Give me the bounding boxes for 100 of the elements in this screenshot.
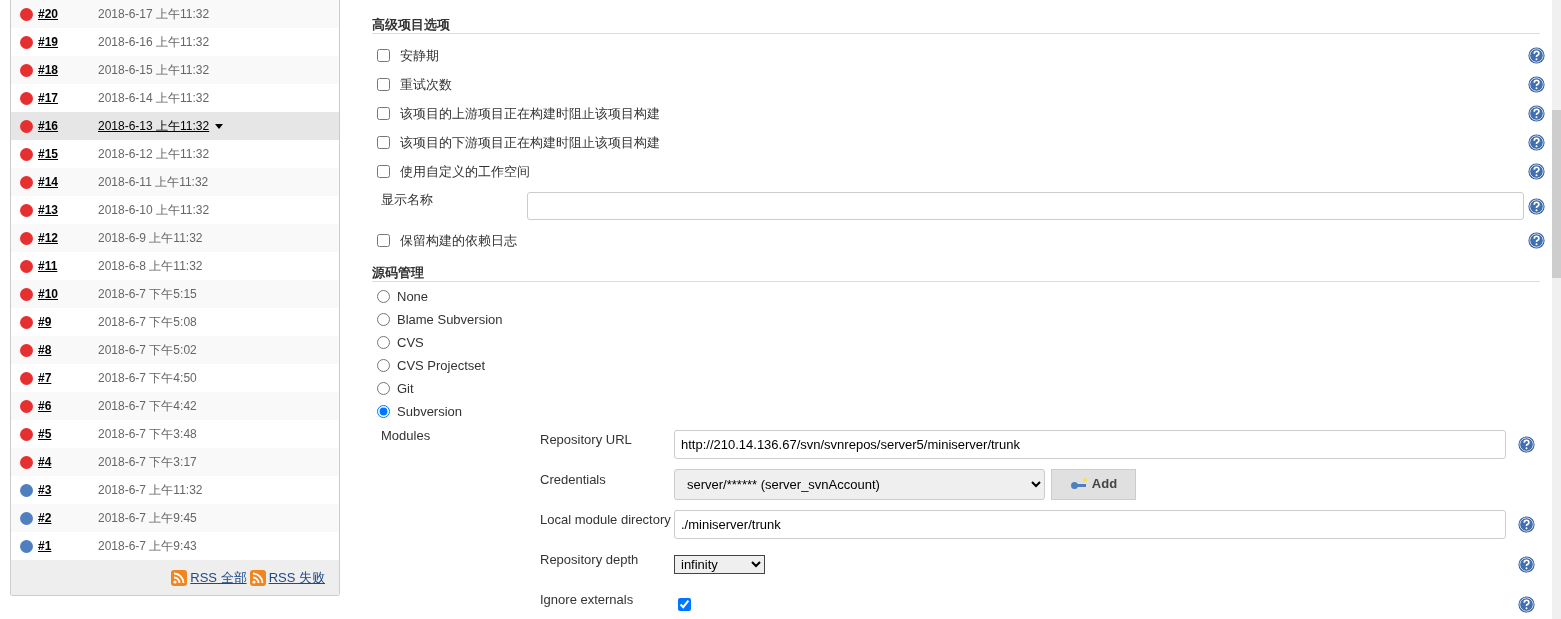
credentials-dropdown[interactable]: server/****** (server_svnAccount) (674, 468, 1045, 500)
depth-dropdown[interactable]: infinity (674, 554, 765, 574)
build-number-link[interactable]: #14 (38, 173, 98, 191)
build-time: 2018-6-7 上午11:32 (98, 482, 203, 499)
build-time-link[interactable]: 2018-6-13 上午11:32 (98, 117, 210, 135)
build-row[interactable]: #11 2018-6-8 上午11:32 (11, 252, 339, 280)
help-icon[interactable] (1528, 76, 1545, 93)
build-row[interactable]: #6 2018-6-7 下午4:42 (11, 392, 339, 420)
help-icon[interactable] (1518, 435, 1535, 453)
build-number-link[interactable]: #1 (38, 537, 98, 555)
build-time: 2018-6-10 上午11:32 (98, 202, 210, 219)
field-label: Credentials (540, 471, 607, 489)
field-label: Repository depth (540, 551, 640, 569)
build-number-link[interactable]: #7 (38, 369, 98, 387)
build-row[interactable]: #18 2018-6-15 上午11:32 (11, 56, 339, 84)
build-row[interactable]: #17 2018-6-14 上午11:32 (11, 84, 339, 112)
build-number-link[interactable]: #13 (38, 201, 98, 219)
scrollbar-track[interactable] (1552, 0, 1561, 619)
build-number-link[interactable]: #17 (38, 89, 98, 107)
radio-label: None (397, 287, 429, 306)
help-icon[interactable] (1528, 105, 1545, 122)
build-row[interactable]: #2 2018-6-7 上午9:45 (11, 504, 339, 532)
build-row[interactable]: #5 2018-6-7 下午3:48 (11, 420, 339, 448)
field-label: 显示名称 (381, 191, 434, 209)
radio-button[interactable] (377, 336, 390, 349)
checkbox[interactable] (377, 49, 390, 62)
build-time: 2018-6-7 下午4:50 (98, 370, 197, 387)
checkbox[interactable] (377, 78, 390, 91)
section-heading: 源码管理 (372, 255, 1540, 282)
rss-link[interactable]: RSS 全部 (190, 567, 247, 588)
build-time: 2018-6-16 上午11:32 (98, 34, 210, 51)
radio-button[interactable] (377, 382, 390, 395)
build-number-link[interactable]: #6 (38, 397, 98, 415)
radio-button[interactable] (377, 359, 390, 372)
help-icon[interactable] (1518, 555, 1535, 573)
radio-button[interactable] (377, 290, 390, 303)
add-button[interactable]: Add (1051, 468, 1136, 500)
build-time: 2018-6-7 下午3:17 (98, 454, 197, 471)
build-row[interactable]: #16 2018-6-13 上午11:32 (11, 112, 339, 140)
field-label: Repository URL (540, 431, 633, 449)
build-row[interactable]: #1 2018-6-7 上午9:43 (11, 532, 339, 560)
checkbox[interactable] (377, 165, 390, 178)
help-icon[interactable] (1528, 232, 1545, 249)
build-row[interactable]: #20 2018-6-17 上午11:32 (11, 0, 339, 28)
help-icon[interactable] (1528, 197, 1545, 215)
build-number-link[interactable]: #11 (38, 257, 98, 275)
radio-button[interactable] (377, 313, 390, 326)
build-number-link[interactable]: #4 (38, 453, 98, 471)
build-number-link[interactable]: #19 (38, 33, 98, 51)
checkbox[interactable] (678, 597, 691, 611)
build-time: 2018-6-7 上午9:43 (98, 538, 197, 555)
build-row[interactable]: #10 2018-6-7 下午5:15 (11, 280, 339, 308)
build-time: 2018-6-7 下午5:08 (98, 314, 197, 331)
build-number-link[interactable]: #9 (38, 313, 98, 331)
radio-label: CVS Projectset (397, 356, 486, 375)
build-number-link[interactable]: #3 (38, 481, 98, 499)
build-time: 2018-6-8 上午11:32 (98, 258, 203, 275)
checkbox[interactable] (377, 234, 390, 247)
dropdown-caret-icon[interactable] (215, 123, 224, 129)
rss-icon[interactable] (171, 569, 188, 586)
build-time: 2018-6-15 上午11:32 (98, 62, 210, 79)
help-icon[interactable] (1518, 515, 1535, 533)
display-name-field[interactable] (527, 192, 1524, 220)
build-row[interactable]: #7 2018-6-7 下午4:50 (11, 364, 339, 392)
build-number-link[interactable]: #8 (38, 341, 98, 359)
checkbox[interactable] (377, 107, 390, 120)
build-row[interactable]: #4 2018-6-7 下午3:17 (11, 448, 339, 476)
rss-link[interactable]: RSS 失败 (268, 567, 325, 588)
rss-icon[interactable] (249, 569, 266, 586)
build-time: 2018-6-9 上午11:32 (98, 230, 203, 247)
build-number-link[interactable]: #15 (38, 145, 98, 163)
checkbox-label: 该项目的上游项目正在构建时阻止该项目构建 (400, 104, 660, 123)
key-icon (1069, 477, 1088, 491)
build-number-link[interactable]: #2 (38, 509, 98, 527)
help-icon[interactable] (1528, 163, 1545, 180)
build-number-link[interactable]: #16 (38, 117, 98, 135)
checkbox[interactable] (377, 136, 390, 149)
radio-label: Subversion (397, 402, 463, 421)
build-row[interactable]: #8 2018-6-7 下午5:02 (11, 336, 339, 364)
build-number-link[interactable]: #5 (38, 425, 98, 443)
build-row[interactable]: #15 2018-6-12 上午11:32 (11, 140, 339, 168)
build-number-link[interactable]: #12 (38, 229, 98, 247)
build-row[interactable]: #14 2018-6-11 上午11:32 (11, 168, 339, 196)
build-time: 2018-6-12 上午11:32 (98, 146, 210, 163)
radio-button[interactable] (377, 405, 390, 418)
text-field[interactable]: ./miniserver/trunk (674, 509, 1506, 539)
build-time: 2018-6-14 上午11:32 (98, 90, 210, 107)
build-number-link[interactable]: #10 (38, 285, 98, 303)
build-number-link[interactable]: #20 (38, 5, 98, 23)
build-number-link[interactable]: #18 (38, 61, 98, 79)
help-icon[interactable] (1528, 134, 1545, 151)
help-icon[interactable] (1528, 47, 1545, 64)
scrollbar-thumb[interactable] (1552, 110, 1561, 278)
build-row[interactable]: #13 2018-6-10 上午11:32 (11, 196, 339, 224)
build-row[interactable]: #3 2018-6-7 上午11:32 (11, 476, 339, 504)
build-row[interactable]: #9 2018-6-7 下午5:08 (11, 308, 339, 336)
text-field[interactable]: http://210.14.136.67/svn/svnrepos/server5/miniserver/trunk (674, 429, 1506, 459)
build-row[interactable]: #12 2018-6-9 上午11:32 (11, 224, 339, 252)
build-row[interactable]: #19 2018-6-16 上午11:32 (11, 28, 339, 56)
help-icon[interactable] (1518, 595, 1535, 613)
